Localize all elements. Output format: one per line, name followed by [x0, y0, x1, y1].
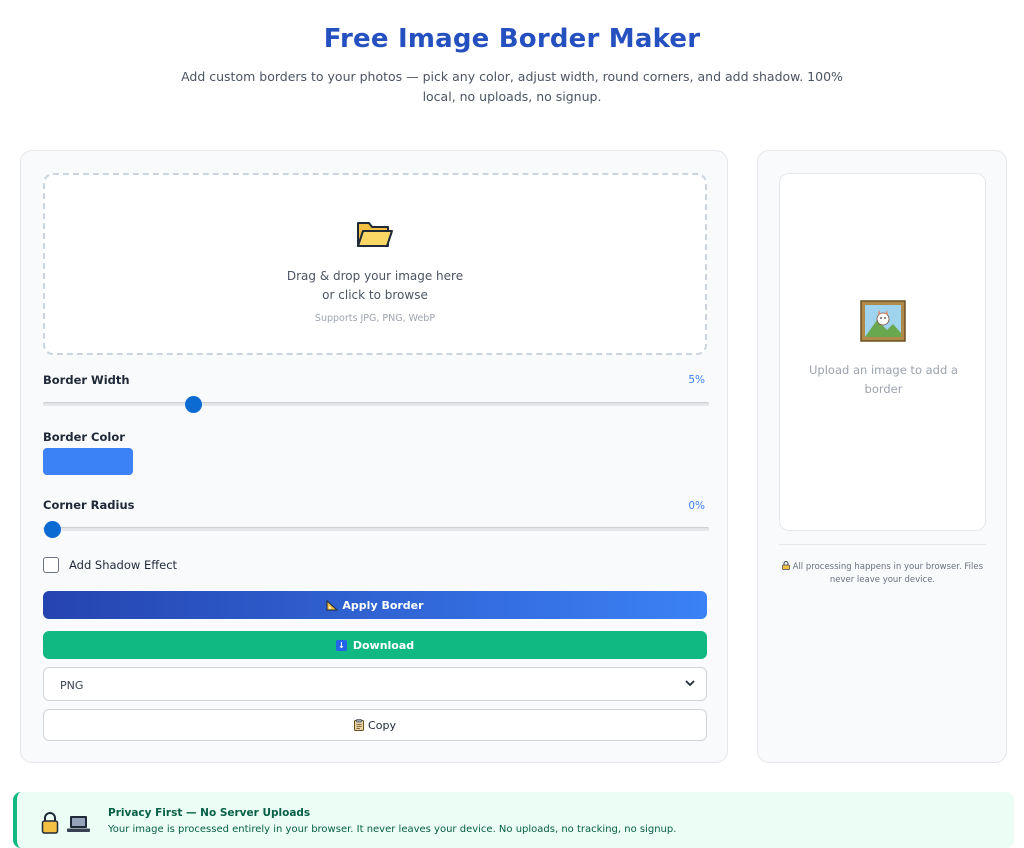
download-button[interactable]: ↓ Download	[43, 631, 707, 659]
corner-radius-slider[interactable]	[43, 521, 709, 538]
corner-radius-label: Corner Radius	[43, 498, 135, 512]
clipboard-icon	[354, 719, 365, 731]
preview-divider	[779, 544, 986, 545]
slider-thumb[interactable]	[44, 521, 61, 538]
copy-label: Copy	[368, 718, 396, 732]
page-title: Free Image Border Maker	[323, 24, 701, 54]
border-width-label: Border Width	[43, 373, 130, 387]
corner-radius-value: 0%	[688, 500, 705, 512]
format-select-value: PNG	[60, 679, 84, 692]
shadow-checkbox[interactable]	[43, 557, 59, 573]
border-color-picker[interactable]	[43, 448, 133, 475]
slider-track[interactable]	[43, 402, 709, 406]
dropzone-instruction: Drag & drop your image here	[286, 269, 464, 283]
border-color-label: Border Color	[43, 430, 125, 444]
slider-track[interactable]	[43, 527, 709, 531]
shadow-checkbox-label[interactable]: Add Shadow Effect	[69, 558, 177, 572]
preview-area: Upload an image to add a border	[779, 173, 986, 531]
editor-panel: Drag & drop your image here or click to …	[20, 150, 728, 763]
border-width-slider[interactable]	[43, 396, 709, 413]
preview-note-text: All processing happens in your browser. …	[792, 562, 984, 585]
privacy-banner: Privacy First — No Server Uploads Your i…	[13, 792, 1014, 848]
lock-icon	[782, 561, 790, 570]
page-subtitle: Add custom borders to your photos — pick…	[181, 69, 843, 104]
image-dropzone[interactable]: Drag & drop your image here or click to …	[43, 173, 707, 355]
laptop-icon	[67, 816, 90, 832]
format-select[interactable]: PNG	[43, 667, 707, 701]
privacy-text: Your image is processed entirely in your…	[108, 824, 677, 835]
dropzone-formats: Supports JPG, PNG, WebP	[314, 313, 436, 324]
lock-icon	[41, 812, 59, 834]
slider-thumb[interactable]	[184, 396, 202, 413]
framed-picture-icon	[860, 300, 906, 342]
border-width-value: 5%	[688, 374, 705, 386]
download-icon: ↓	[335, 639, 347, 651]
preview-placeholder: Upload an image to add a border	[809, 363, 958, 396]
copy-button[interactable]: Copy	[43, 709, 707, 741]
folder-icon	[357, 222, 393, 247]
privacy-title: Privacy First — No Server Uploads	[108, 807, 311, 819]
lock-laptop-icons	[41, 812, 90, 834]
download-label: Download	[352, 638, 415, 652]
chevron-down-icon	[685, 680, 695, 686]
dropzone-browse-text: or click to browse	[322, 288, 428, 302]
preview-panel: Upload an image to add a border All proc…	[757, 150, 1007, 763]
preview-privacy-note: All processing happens in your browser. …	[779, 561, 986, 587]
apply-border-label: Apply Border	[342, 598, 424, 612]
apply-border-button[interactable]: Apply Border	[43, 591, 707, 619]
ruler-triangle-icon	[326, 599, 339, 610]
